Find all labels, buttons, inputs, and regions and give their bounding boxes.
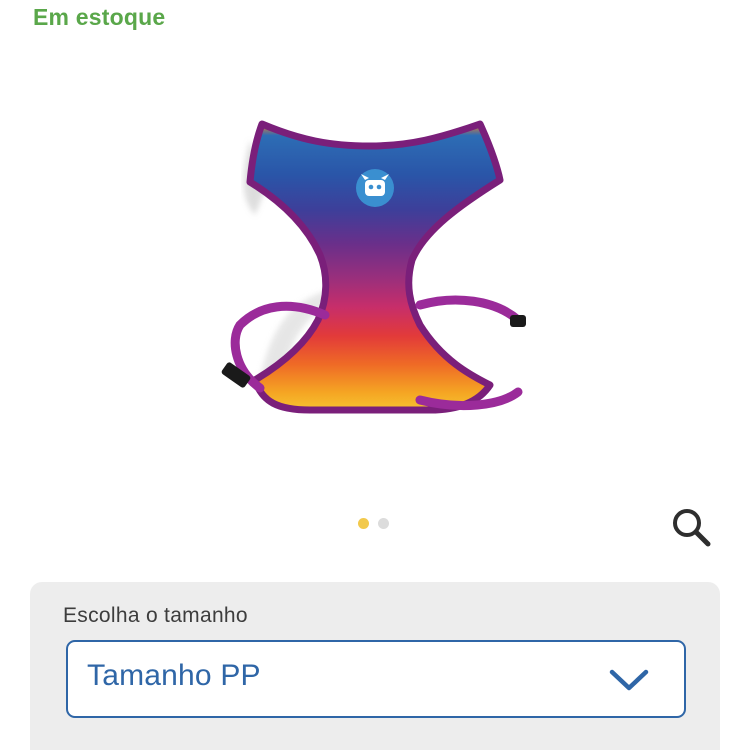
zoom-button[interactable]: [670, 506, 714, 550]
size-select-value: Tamanho PP: [87, 659, 261, 692]
size-label: Escolha o tamanho: [63, 604, 248, 627]
size-panel: Escolha o tamanho Tamanho PP: [30, 582, 720, 750]
size-select[interactable]: Tamanho PP: [66, 640, 686, 718]
product-page: Em estoque Escolha o tamanho Tamanho PP: [0, 0, 750, 750]
search-icon: [673, 509, 711, 547]
chevron-down-icon: [609, 669, 649, 691]
carousel-dot-1[interactable]: [358, 518, 369, 529]
carousel-dots: [358, 518, 389, 529]
carousel-dot-2[interactable]: [378, 518, 389, 529]
product-image[interactable]: [180, 110, 560, 430]
stock-status: Em estoque: [33, 4, 166, 30]
